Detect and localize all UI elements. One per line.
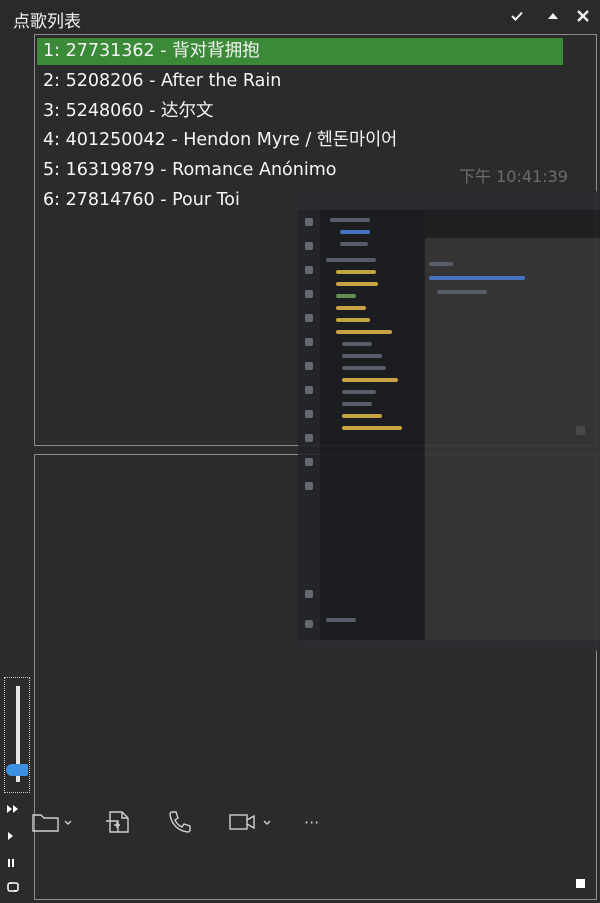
file-share-icon[interactable] (104, 806, 136, 838)
triangle-up-icon[interactable] (540, 4, 566, 28)
stop-icon[interactable] (576, 879, 585, 888)
pause-icon[interactable] (6, 854, 26, 872)
loop-icon[interactable] (6, 878, 26, 896)
close-icon[interactable] (570, 4, 596, 28)
window-title: 点歌列表 (13, 12, 81, 32)
playlist-item[interactable]: 3: 5248060 - 达尔文 (37, 98, 213, 125)
video-camera-icon[interactable] (228, 806, 280, 838)
playlist-item[interactable]: 5: 16319879 - Romance Anónimo (37, 157, 336, 184)
folder-icon[interactable] (32, 806, 80, 838)
playlist-item[interactable]: 2: 5208206 - After the Rain (37, 68, 281, 95)
fast-forward-icon[interactable] (6, 800, 26, 818)
more-icon[interactable]: ··· (304, 806, 334, 838)
clock-time: 下午 10:41:39 (459, 167, 568, 186)
volume-slider[interactable] (4, 677, 30, 793)
playlist-item[interactable]: 1: 27731362 - 背对背拥抱 (37, 38, 563, 65)
play-icon[interactable] (6, 827, 26, 845)
desktop-thumbnail (298, 190, 600, 652)
check-icon[interactable] (504, 4, 530, 28)
volume-thumb[interactable] (6, 764, 28, 776)
phone-icon[interactable] (166, 806, 196, 838)
title-bar: 点歌列表 (0, 0, 600, 34)
playlist-item[interactable]: 4: 401250042 - Hendon Myre / 헨돈마이어 (37, 127, 397, 154)
playlist-item[interactable]: 6: 27814760 - Pour Toi (37, 187, 240, 214)
